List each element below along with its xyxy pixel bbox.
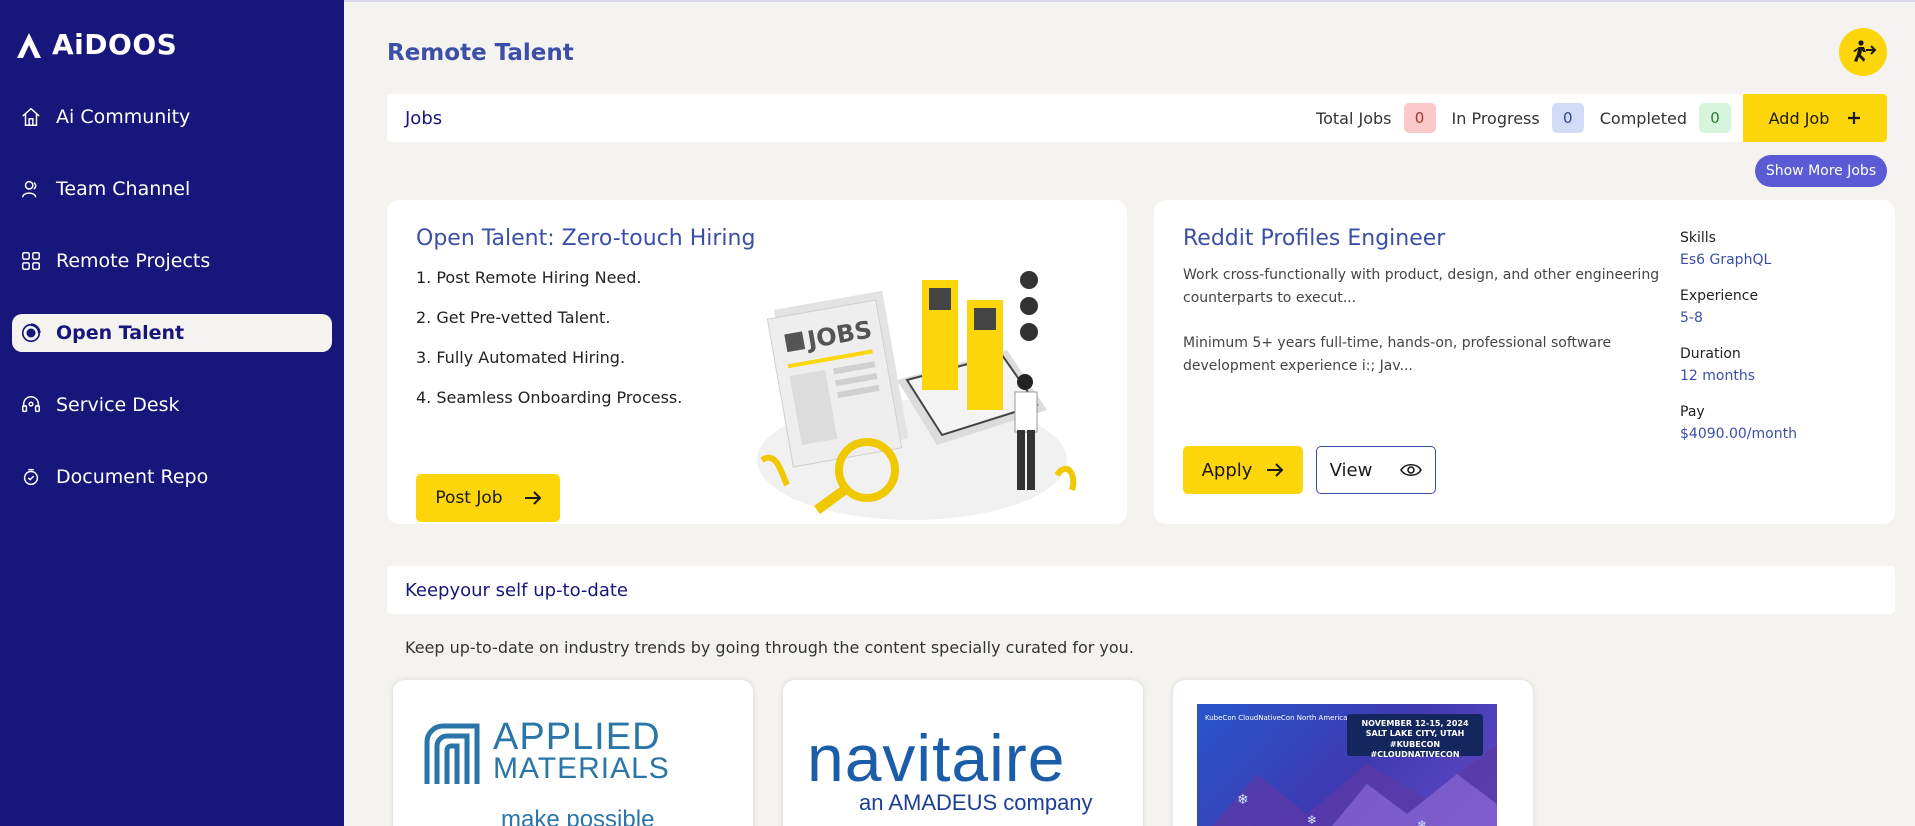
jobs-title: Jobs	[405, 107, 443, 129]
home-icon	[22, 107, 40, 126]
talent-icon	[21, 323, 41, 343]
sidebar-nav: Ai Community Team Channel Remote Project…	[12, 98, 332, 530]
jobs-illustration: JOBS	[757, 271, 1077, 520]
profile-action-button[interactable]	[1839, 28, 1887, 76]
logo-tagline: an AMADEUS company	[859, 790, 1093, 815]
list-item: 1. Post Remote Hiring Need.	[416, 268, 642, 287]
applied-materials-logo: APPLIED MATERIALS	[421, 716, 670, 788]
add-job-button[interactable]: Add Job	[1743, 94, 1887, 142]
document-icon	[23, 468, 39, 486]
main-content: Remote Talent Jobs Total Jobs 0 In Progr…	[344, 0, 1915, 826]
person-running-icon	[1853, 40, 1877, 62]
list-item: 3. Fully Automated Hiring.	[416, 348, 626, 367]
snowflake-icon: ❄	[1307, 813, 1317, 826]
job-description: Work cross-functionally with product, de…	[1183, 264, 1673, 378]
grid-icon	[22, 252, 40, 270]
snowflake-icon: ❄	[1417, 818, 1427, 826]
sidebar-item-document-repo[interactable]: Document Repo	[12, 458, 332, 496]
pay-label: Pay	[1680, 404, 1705, 420]
hiring-steps-list: 1. Post Remote Hiring Need. 2. Get Pre-v…	[416, 268, 682, 428]
completed-badge: 0	[1699, 103, 1731, 133]
sidebar-item-ai-community[interactable]: Ai Community	[12, 98, 332, 136]
sidebar-item-team-channel[interactable]: Team Channel	[12, 170, 332, 208]
experience-label: Experience	[1680, 288, 1759, 304]
total-jobs-badge: 0	[1403, 103, 1436, 133]
users-icon	[22, 180, 37, 198]
skills-value: Es6 GraphQL	[1680, 252, 1772, 268]
keep-up-to-date-bar: Keepyour self up-to-date	[387, 566, 1895, 614]
sidebar-item-label: Service Desk	[56, 394, 180, 416]
brand-name: AiDOOS	[52, 28, 178, 61]
applied-materials-wordmark: APPLIED MATERIALS	[493, 716, 670, 785]
logo-line: APPLIED	[493, 716, 661, 758]
job-title[interactable]: Reddit Profiles Engineer	[1183, 226, 1445, 251]
kubecon-location: SALT LAKE CITY, UTAH	[1365, 729, 1465, 739]
duration-label: Duration	[1680, 346, 1741, 362]
apply-label: Apply	[1201, 459, 1253, 481]
zero-touch-hiring-card: Open Talent: Zero-touch Hiring 1. Post R…	[387, 200, 1127, 524]
kubecon-date-box: NOVEMBER 12-15, 2024 SALT LAKE CITY, UTA…	[1347, 714, 1483, 759]
sidebar-item-open-talent[interactable]: Open Talent	[12, 314, 332, 352]
sidebar-item-remote-projects[interactable]: Remote Projects	[12, 242, 332, 280]
job-description-2: Minimum 5+ years full-time, hands-on, pr…	[1183, 335, 1612, 375]
arrow-right-icon	[525, 491, 542, 505]
logo-line: navitaire	[807, 721, 1066, 795]
brand-logo[interactable]: AiDOOS	[14, 28, 177, 61]
headset-icon	[22, 396, 40, 413]
in-progress-badge: 0	[1551, 103, 1584, 133]
sidebar-item-label: Remote Projects	[56, 250, 211, 272]
view-button[interactable]: View	[1316, 446, 1436, 494]
view-label: View	[1329, 459, 1373, 481]
post-job-button[interactable]: Post Job	[416, 474, 560, 522]
duration-value: 12 months	[1680, 368, 1755, 384]
in-progress-label: In Progress	[1451, 108, 1540, 128]
sidebar: AiDOOS Ai Community Team Channel Remote …	[0, 0, 344, 826]
skills-label: Skills	[1680, 230, 1716, 246]
job-meta: Skills Es6 GraphQL Experience 5-8 Durati…	[1680, 230, 1797, 462]
jobs-stats: Total Jobs 0 In Progress 0 Completed 0 A…	[1316, 94, 1887, 142]
applied-materials-logo-icon	[424, 723, 480, 784]
list-item: 4. Seamless Onboarding Process.	[416, 388, 683, 407]
logo-line: MATERIALS	[493, 752, 670, 785]
kubecon-hashtags: #KUBECON #CLOUDNATIVECON	[1370, 739, 1460, 760]
content-card-applied-materials[interactable]: APPLIED MATERIALS make possible	[393, 680, 753, 826]
sidebar-item-label: Ai Community	[56, 106, 191, 128]
pay-value: $4090.00/month	[1680, 426, 1797, 442]
list-item: 2. Get Pre-vetted Talent.	[416, 308, 611, 327]
kubecon-logo: KubeCon CloudNativeCon North America 202…	[1205, 714, 1368, 722]
job-description-1: Work cross-functionally with product, de…	[1183, 267, 1660, 307]
snowflake-icon: ❄	[1237, 792, 1249, 808]
logo-tagline: make possible	[501, 806, 655, 826]
plus-icon	[1848, 112, 1861, 124]
arrow-right-icon	[1267, 463, 1284, 477]
experience-value: 5-8	[1680, 310, 1703, 326]
add-job-label: Add Job	[1768, 108, 1830, 128]
jobs-bar: Jobs Total Jobs 0 In Progress 0 Complete…	[387, 94, 1887, 142]
page-title: Remote Talent	[387, 40, 574, 66]
navitaire-logo: navitaire an AMADEUS company	[807, 721, 1093, 816]
sidebar-item-service-desk[interactable]: Service Desk	[12, 386, 332, 424]
hiring-card-title: Open Talent: Zero-touch Hiring	[416, 226, 756, 251]
apply-button[interactable]: Apply	[1183, 446, 1303, 494]
content-card-kubecon[interactable]: ❄ ❄ ❄ KubeCon CloudNativeCon North Ameri…	[1173, 680, 1533, 826]
job-card: Reddit Profiles Engineer Work cross-func…	[1154, 200, 1895, 524]
kubecon-banner: ❄ ❄ ❄ KubeCon CloudNativeCon North Ameri…	[1197, 704, 1497, 826]
sidebar-item-label: Open Talent	[56, 322, 185, 344]
eye-icon	[1400, 463, 1423, 477]
sidebar-item-label: Document Repo	[56, 466, 209, 488]
kubecon-date: NOVEMBER 12-15, 2024	[1361, 719, 1469, 728]
applied-materials-tagline-wrap: make possible	[421, 798, 654, 826]
keep-up-to-date-description: Keep up-to-date on industry trends by go…	[405, 638, 1134, 657]
content-card-navitaire[interactable]: navitaire an AMADEUS company	[783, 680, 1143, 826]
post-job-label: Post Job	[435, 487, 503, 508]
show-more-jobs-button[interactable]: Show More Jobs	[1755, 155, 1887, 187]
aidoos-logo-icon	[17, 32, 41, 58]
total-jobs-label: Total Jobs	[1316, 108, 1392, 128]
completed-label: Completed	[1599, 108, 1687, 128]
sidebar-item-label: Team Channel	[56, 178, 191, 200]
